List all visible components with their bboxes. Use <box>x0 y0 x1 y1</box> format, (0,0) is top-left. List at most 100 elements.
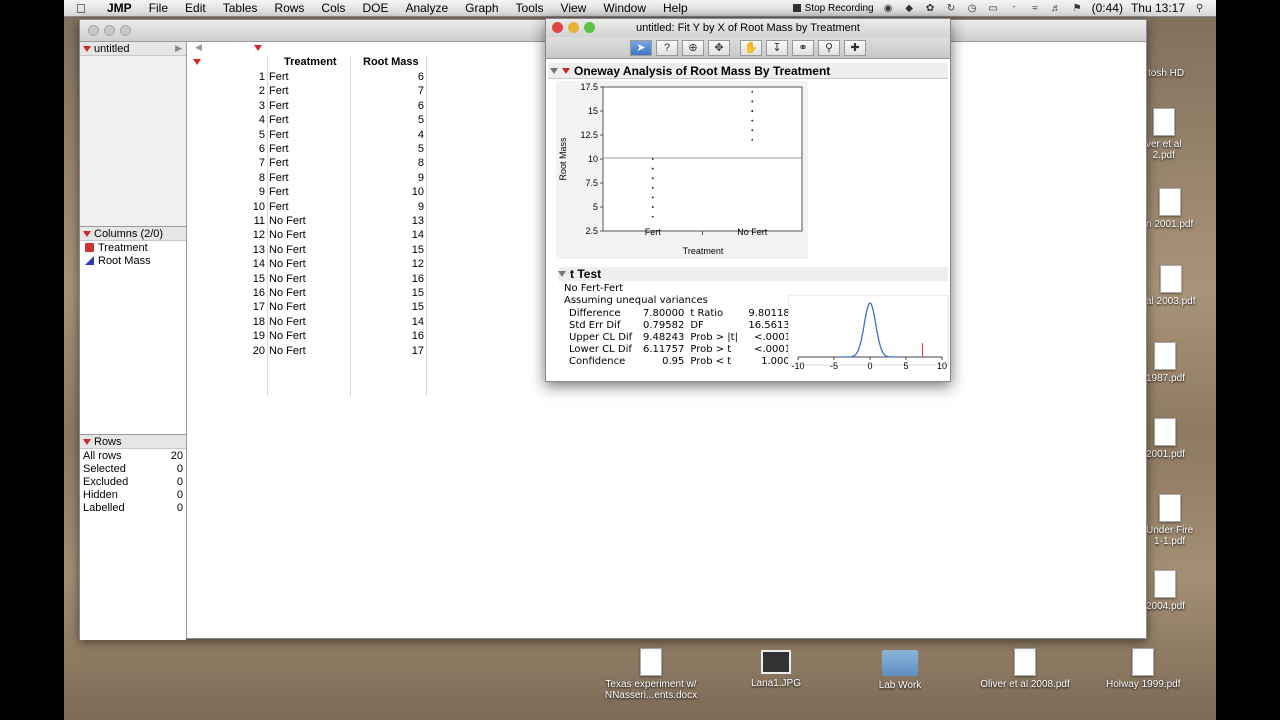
table-row[interactable]: 7 Fert 8 <box>188 157 428 171</box>
cell-root-mass[interactable]: 16 <box>351 273 424 285</box>
desktop-icon-pdf[interactable]: Oliver et al 2008.pdf <box>972 648 1078 690</box>
data-point[interactable] <box>651 158 654 160</box>
row-number[interactable]: 2 <box>259 85 265 97</box>
table-row[interactable]: 13 No Fert 15 <box>188 244 428 258</box>
cell-treatment[interactable]: No Fert <box>269 287 306 299</box>
cell-treatment[interactable]: Fert <box>269 157 289 169</box>
stop-recording-button[interactable]: Stop Recording <box>792 3 874 14</box>
cell-root-mass[interactable]: 15 <box>351 287 424 299</box>
cell-root-mass[interactable]: 7 <box>351 85 424 97</box>
red-triangle-icon[interactable] <box>83 438 91 445</box>
cell-root-mass[interactable]: 13 <box>351 215 424 227</box>
magnifier-tool-icon[interactable]: ⚲ <box>818 39 840 56</box>
bluetooth-icon[interactable]: ᛫ <box>1008 3 1021 14</box>
cell-treatment[interactable]: No Fert <box>269 330 306 342</box>
cell-root-mass[interactable]: 14 <box>351 316 424 328</box>
table-name-header[interactable]: untitled ▶ <box>80 42 186 56</box>
data-point[interactable] <box>751 129 754 132</box>
cell-root-mass[interactable]: 6 <box>351 100 424 112</box>
row-number[interactable]: 19 <box>253 330 265 342</box>
row-number[interactable]: 1 <box>259 71 265 83</box>
row-number[interactable]: 10 <box>253 201 265 213</box>
menu-cols[interactable]: Cols <box>312 1 353 15</box>
row-red-triangle-icon[interactable] <box>193 59 201 65</box>
cell-treatment[interactable]: No Fert <box>269 258 306 270</box>
data-point[interactable] <box>751 100 754 103</box>
table-row[interactable]: 3 Fert 6 <box>188 100 428 114</box>
data-point[interactable] <box>751 138 754 141</box>
cell-root-mass[interactable]: 6 <box>351 71 424 83</box>
table-row[interactable]: 5 Fert 4 <box>188 129 428 143</box>
cell-treatment[interactable]: Fert <box>269 71 289 83</box>
data-point[interactable] <box>651 215 654 218</box>
desktop-icon-hd[interactable]: tosh HD <box>1148 68 1184 79</box>
table-row[interactable]: 16 No Fert 15 <box>188 287 428 301</box>
sync-icon[interactable]: ↻ <box>945 3 958 14</box>
row-number[interactable]: 11 <box>254 215 265 227</box>
crosshair-tool-icon[interactable]: ⊕ <box>682 39 704 56</box>
disclosure-icon[interactable] <box>550 67 558 74</box>
paw-icon[interactable]: ✿ <box>924 3 937 14</box>
rows-header[interactable]: Rows <box>80 435 186 449</box>
data-point[interactable] <box>651 177 654 180</box>
volume-icon[interactable]: ♬ <box>1050 3 1063 14</box>
table-row[interactable]: 17 No Fert 15 <box>188 301 428 315</box>
table-row[interactable]: 4 Fert 5 <box>188 114 428 128</box>
row-number[interactable]: 15 <box>253 273 265 285</box>
battery-status[interactable]: (0:44) <box>1092 1 1123 15</box>
menu-graph[interactable]: Graph <box>456 1 506 15</box>
row-number[interactable]: 17 <box>253 301 265 313</box>
red-triangle-icon[interactable] <box>83 45 91 52</box>
zoom-button[interactable] <box>120 25 131 36</box>
table-row[interactable]: 18 No Fert 14 <box>188 316 428 330</box>
red-triangle-icon[interactable] <box>562 67 570 74</box>
cell-root-mass[interactable]: 14 <box>351 229 424 241</box>
cell-root-mass[interactable]: 8 <box>351 157 424 169</box>
collapse-arrow-icon[interactable]: ◀ <box>195 42 202 53</box>
row-number[interactable]: 18 <box>253 316 265 328</box>
row-number[interactable]: 9 <box>259 186 265 198</box>
menu-analyze[interactable]: Analyze <box>396 1 456 15</box>
data-point[interactable] <box>751 90 754 93</box>
cell-root-mass[interactable]: 5 <box>351 143 424 155</box>
wifi-icon[interactable]: ≈ <box>1029 3 1042 14</box>
flag-icon[interactable]: ⚑ <box>1071 3 1084 14</box>
column-item-treatment[interactable]: Treatment <box>80 241 186 254</box>
row-number[interactable]: 13 <box>253 244 265 256</box>
row-number[interactable]: 20 <box>253 345 265 357</box>
table-row[interactable]: 9 Fert 10 <box>188 186 428 200</box>
t-test-header[interactable]: t Test <box>558 267 948 281</box>
desktop-icon-pdf[interactable]: ver et al 2.pdf <box>1146 108 1182 161</box>
data-point[interactable] <box>651 186 654 189</box>
headset-icon[interactable]: ◉ <box>882 3 895 14</box>
oneway-header[interactable]: Oneway Analysis of Root Mass By Treatmen… <box>548 63 948 79</box>
cell-treatment[interactable]: No Fert <box>269 244 306 256</box>
desktop-icon-pdf[interactable]: 1987.pdf <box>1146 342 1185 384</box>
cell-treatment[interactable]: No Fert <box>269 345 306 357</box>
red-triangle-icon[interactable] <box>254 45 262 51</box>
table-row[interactable]: 10 Fert 9 <box>188 201 428 215</box>
analysis-titlebar[interactable]: untitled: Fit Y by X of Root Mass by Tre… <box>546 19 950 37</box>
data-point[interactable] <box>751 119 754 122</box>
minimize-button[interactable] <box>568 22 579 33</box>
cell-treatment[interactable]: No Fert <box>269 301 306 313</box>
desktop-icon-pdf[interactable]: al 2003.pdf <box>1146 265 1196 307</box>
timemachine-icon[interactable]: ◷ <box>966 3 979 14</box>
desktop-icon-jpg[interactable]: Lana1.JPG <box>748 650 804 689</box>
row-number[interactable]: 4 <box>259 114 265 126</box>
cell-root-mass[interactable]: 4 <box>351 129 424 141</box>
disclosure-icon[interactable] <box>558 271 566 277</box>
cell-treatment[interactable]: Fert <box>269 186 289 198</box>
cell-treatment[interactable]: Fert <box>269 201 289 213</box>
menu-edit[interactable]: Edit <box>176 1 214 15</box>
data-point[interactable] <box>751 110 754 112</box>
row-number[interactable]: 6 <box>259 143 265 155</box>
minimize-button[interactable] <box>104 25 115 36</box>
data-point[interactable] <box>651 167 654 170</box>
menu-help[interactable]: Help <box>654 1 696 15</box>
annotate-tool-icon[interactable]: ✚ <box>844 39 866 56</box>
row-number[interactable]: 14 <box>253 258 265 270</box>
screen-icon[interactable]: ▭ <box>987 3 1000 14</box>
data-point[interactable] <box>651 206 654 208</box>
cell-root-mass[interactable]: 17 <box>351 345 424 357</box>
